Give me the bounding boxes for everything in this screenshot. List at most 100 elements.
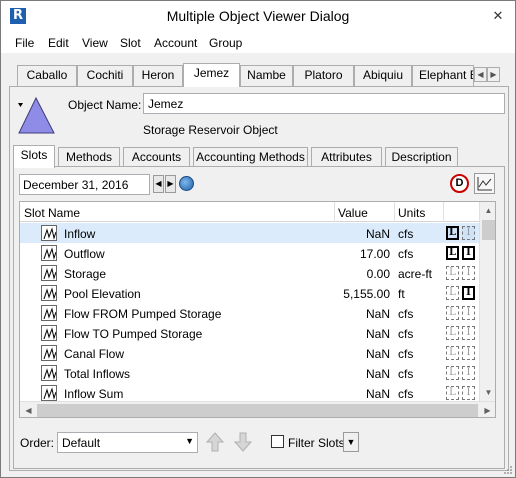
date-prev-icon[interactable]: ◀	[153, 175, 164, 193]
l-flag-icon[interactable]: L	[446, 326, 459, 340]
l-flag-icon[interactable]: L	[446, 246, 459, 260]
l-flag-icon[interactable]: L	[446, 386, 459, 400]
menu-slot[interactable]: Slot	[120, 36, 141, 50]
no-dispatch-icon[interactable]: D	[450, 174, 469, 193]
tab-cochiti[interactable]: Cochiti	[77, 65, 133, 86]
i-flag-icon[interactable]: I	[462, 266, 475, 280]
tab-platoro[interactable]: Platoro	[293, 65, 354, 86]
filter-dropdown-button[interactable]: ▼	[343, 432, 359, 452]
slot-value: NaN	[365, 307, 390, 321]
table-row[interactable]: Pool Elevation 5,155.00 ft L I	[20, 283, 479, 303]
table-row[interactable]: Canal Flow NaN cfs L I	[20, 343, 479, 363]
tab-scroll-right-icon[interactable]: ▶	[487, 67, 500, 82]
scroll-up-icon[interactable]: ▲	[480, 202, 495, 219]
slot-table: Slot Name Value Units Inflow NaN cfs L I Outf…	[19, 201, 496, 418]
date-field[interactable]: December 31, 2016	[19, 174, 150, 195]
horizontal-scroll-thumb[interactable]	[37, 404, 478, 417]
vertical-scrollbar[interactable]: ▲ ▼	[479, 202, 495, 401]
table-row[interactable]: Inflow Sum NaN cfs L I	[20, 383, 479, 403]
vertical-scroll-thumb[interactable]	[482, 220, 495, 240]
i-flag-icon[interactable]: I	[462, 286, 475, 300]
menu-bar: File Edit View Slot Account Group	[1, 31, 515, 53]
reservoir-triangle-icon	[18, 96, 55, 134]
l-flag-icon[interactable]: L	[446, 306, 459, 320]
table-row[interactable]: Total Inflows NaN cfs L I	[20, 363, 479, 383]
table-row[interactable]: Outflow 17.00 cfs L I	[20, 243, 479, 263]
slot-value: NaN	[365, 387, 390, 401]
i-flag-icon[interactable]: I	[462, 366, 475, 380]
menu-edit[interactable]: Edit	[48, 36, 69, 50]
plot-button[interactable]	[474, 173, 495, 194]
order-select[interactable]: Default ▼	[57, 432, 198, 453]
scroll-left-icon[interactable]: ◀	[20, 402, 37, 417]
object-tabs: Caballo Cochiti Heron Jemez Nambe Plator…	[15, 63, 501, 87]
menu-group[interactable]: Group	[209, 36, 242, 50]
series-slot-icon	[41, 245, 57, 261]
column-slot-name[interactable]: Slot Name	[24, 206, 80, 220]
close-button[interactable]: ✕	[487, 5, 509, 27]
move-up-arrow-icon[interactable]	[205, 431, 225, 453]
table-row[interactable]: Flow FROM Pumped Storage NaN cfs L I	[20, 303, 479, 323]
move-down-arrow-icon[interactable]	[233, 431, 253, 453]
scroll-down-icon[interactable]: ▼	[480, 384, 495, 401]
order-value: Default	[62, 436, 101, 450]
i-flag-icon[interactable]: I	[462, 386, 475, 400]
tab-jemez[interactable]: Jemez	[183, 63, 240, 87]
object-name-input[interactable]: Jemez	[143, 93, 505, 114]
l-flag-icon[interactable]: L	[446, 346, 459, 360]
i-flag-icon[interactable]: I	[462, 346, 475, 360]
dialog-window: R Multiple Object Viewer Dialog ✕ File E…	[0, 0, 516, 478]
i-flag-icon[interactable]: I	[462, 306, 475, 320]
filter-slots-checkbox[interactable]	[271, 435, 284, 448]
l-flag-icon[interactable]: L	[446, 266, 459, 280]
column-value[interactable]: Value	[338, 206, 368, 220]
tab-attributes[interactable]: Attributes	[311, 147, 382, 167]
menu-file[interactable]: File	[15, 36, 34, 50]
slot-value: 5,155.00	[343, 287, 390, 301]
scroll-right-icon[interactable]: ▶	[479, 402, 495, 417]
tab-slots[interactable]: Slots	[13, 145, 55, 168]
title-bar[interactable]: R Multiple Object Viewer Dialog ✕	[1, 1, 515, 31]
tab-elephant-butte[interactable]: Elephant B	[412, 65, 474, 86]
i-flag-icon[interactable]: I	[462, 326, 475, 340]
chevron-down-icon: ▼	[185, 436, 194, 446]
menu-view[interactable]: View	[82, 36, 108, 50]
i-flag-icon[interactable]: I	[462, 246, 475, 260]
tab-heron[interactable]: Heron	[133, 65, 183, 86]
filter-slots-label[interactable]: Filter Slots	[288, 436, 345, 450]
slot-units: cfs	[398, 327, 414, 341]
l-flag-icon[interactable]: L	[446, 226, 459, 240]
menu-account[interactable]: Account	[154, 36, 197, 50]
table-row[interactable]: Storage 0.00 acre-ft L I	[20, 263, 479, 283]
table-row[interactable]: Inflow NaN cfs L I	[20, 223, 479, 243]
tab-description[interactable]: Description	[385, 147, 458, 167]
plot-icon	[477, 177, 492, 191]
table-row[interactable]: Flow TO Pumped Storage NaN cfs L I	[20, 323, 479, 343]
tab-abiquiu[interactable]: Abiquiu	[354, 65, 412, 86]
slot-name: Pool Elevation	[64, 287, 141, 301]
slot-units: cfs	[398, 367, 414, 381]
date-next-icon[interactable]: ▶	[165, 175, 176, 193]
tab-caballo[interactable]: Caballo	[17, 65, 77, 86]
tab-nambe[interactable]: Nambe	[240, 65, 293, 86]
slot-name: Inflow Sum	[64, 387, 124, 401]
globe-icon[interactable]	[179, 176, 194, 191]
horizontal-scrollbar[interactable]: ◀ ▶	[20, 401, 495, 417]
slot-value: 0.00	[366, 267, 390, 281]
i-flag-icon[interactable]: I	[462, 226, 475, 240]
series-slot-icon	[41, 285, 57, 301]
column-units[interactable]: Units	[398, 206, 425, 220]
series-slot-icon	[41, 265, 57, 281]
slot-name: Inflow	[64, 227, 96, 241]
slot-name: Storage	[64, 267, 107, 281]
resize-grip-icon[interactable]	[503, 465, 513, 475]
series-slot-icon	[41, 365, 57, 381]
tab-scroll-left-icon[interactable]: ◀	[474, 67, 487, 82]
series-slot-icon	[41, 305, 57, 321]
series-slot-icon	[41, 325, 57, 341]
l-flag-icon[interactable]: L	[446, 366, 459, 380]
l-flag-icon[interactable]: L	[446, 286, 459, 300]
tab-accounts[interactable]: Accounts	[123, 147, 190, 167]
tab-accounting-methods[interactable]: Accounting Methods	[193, 147, 308, 167]
tab-methods[interactable]: Methods	[58, 147, 120, 167]
